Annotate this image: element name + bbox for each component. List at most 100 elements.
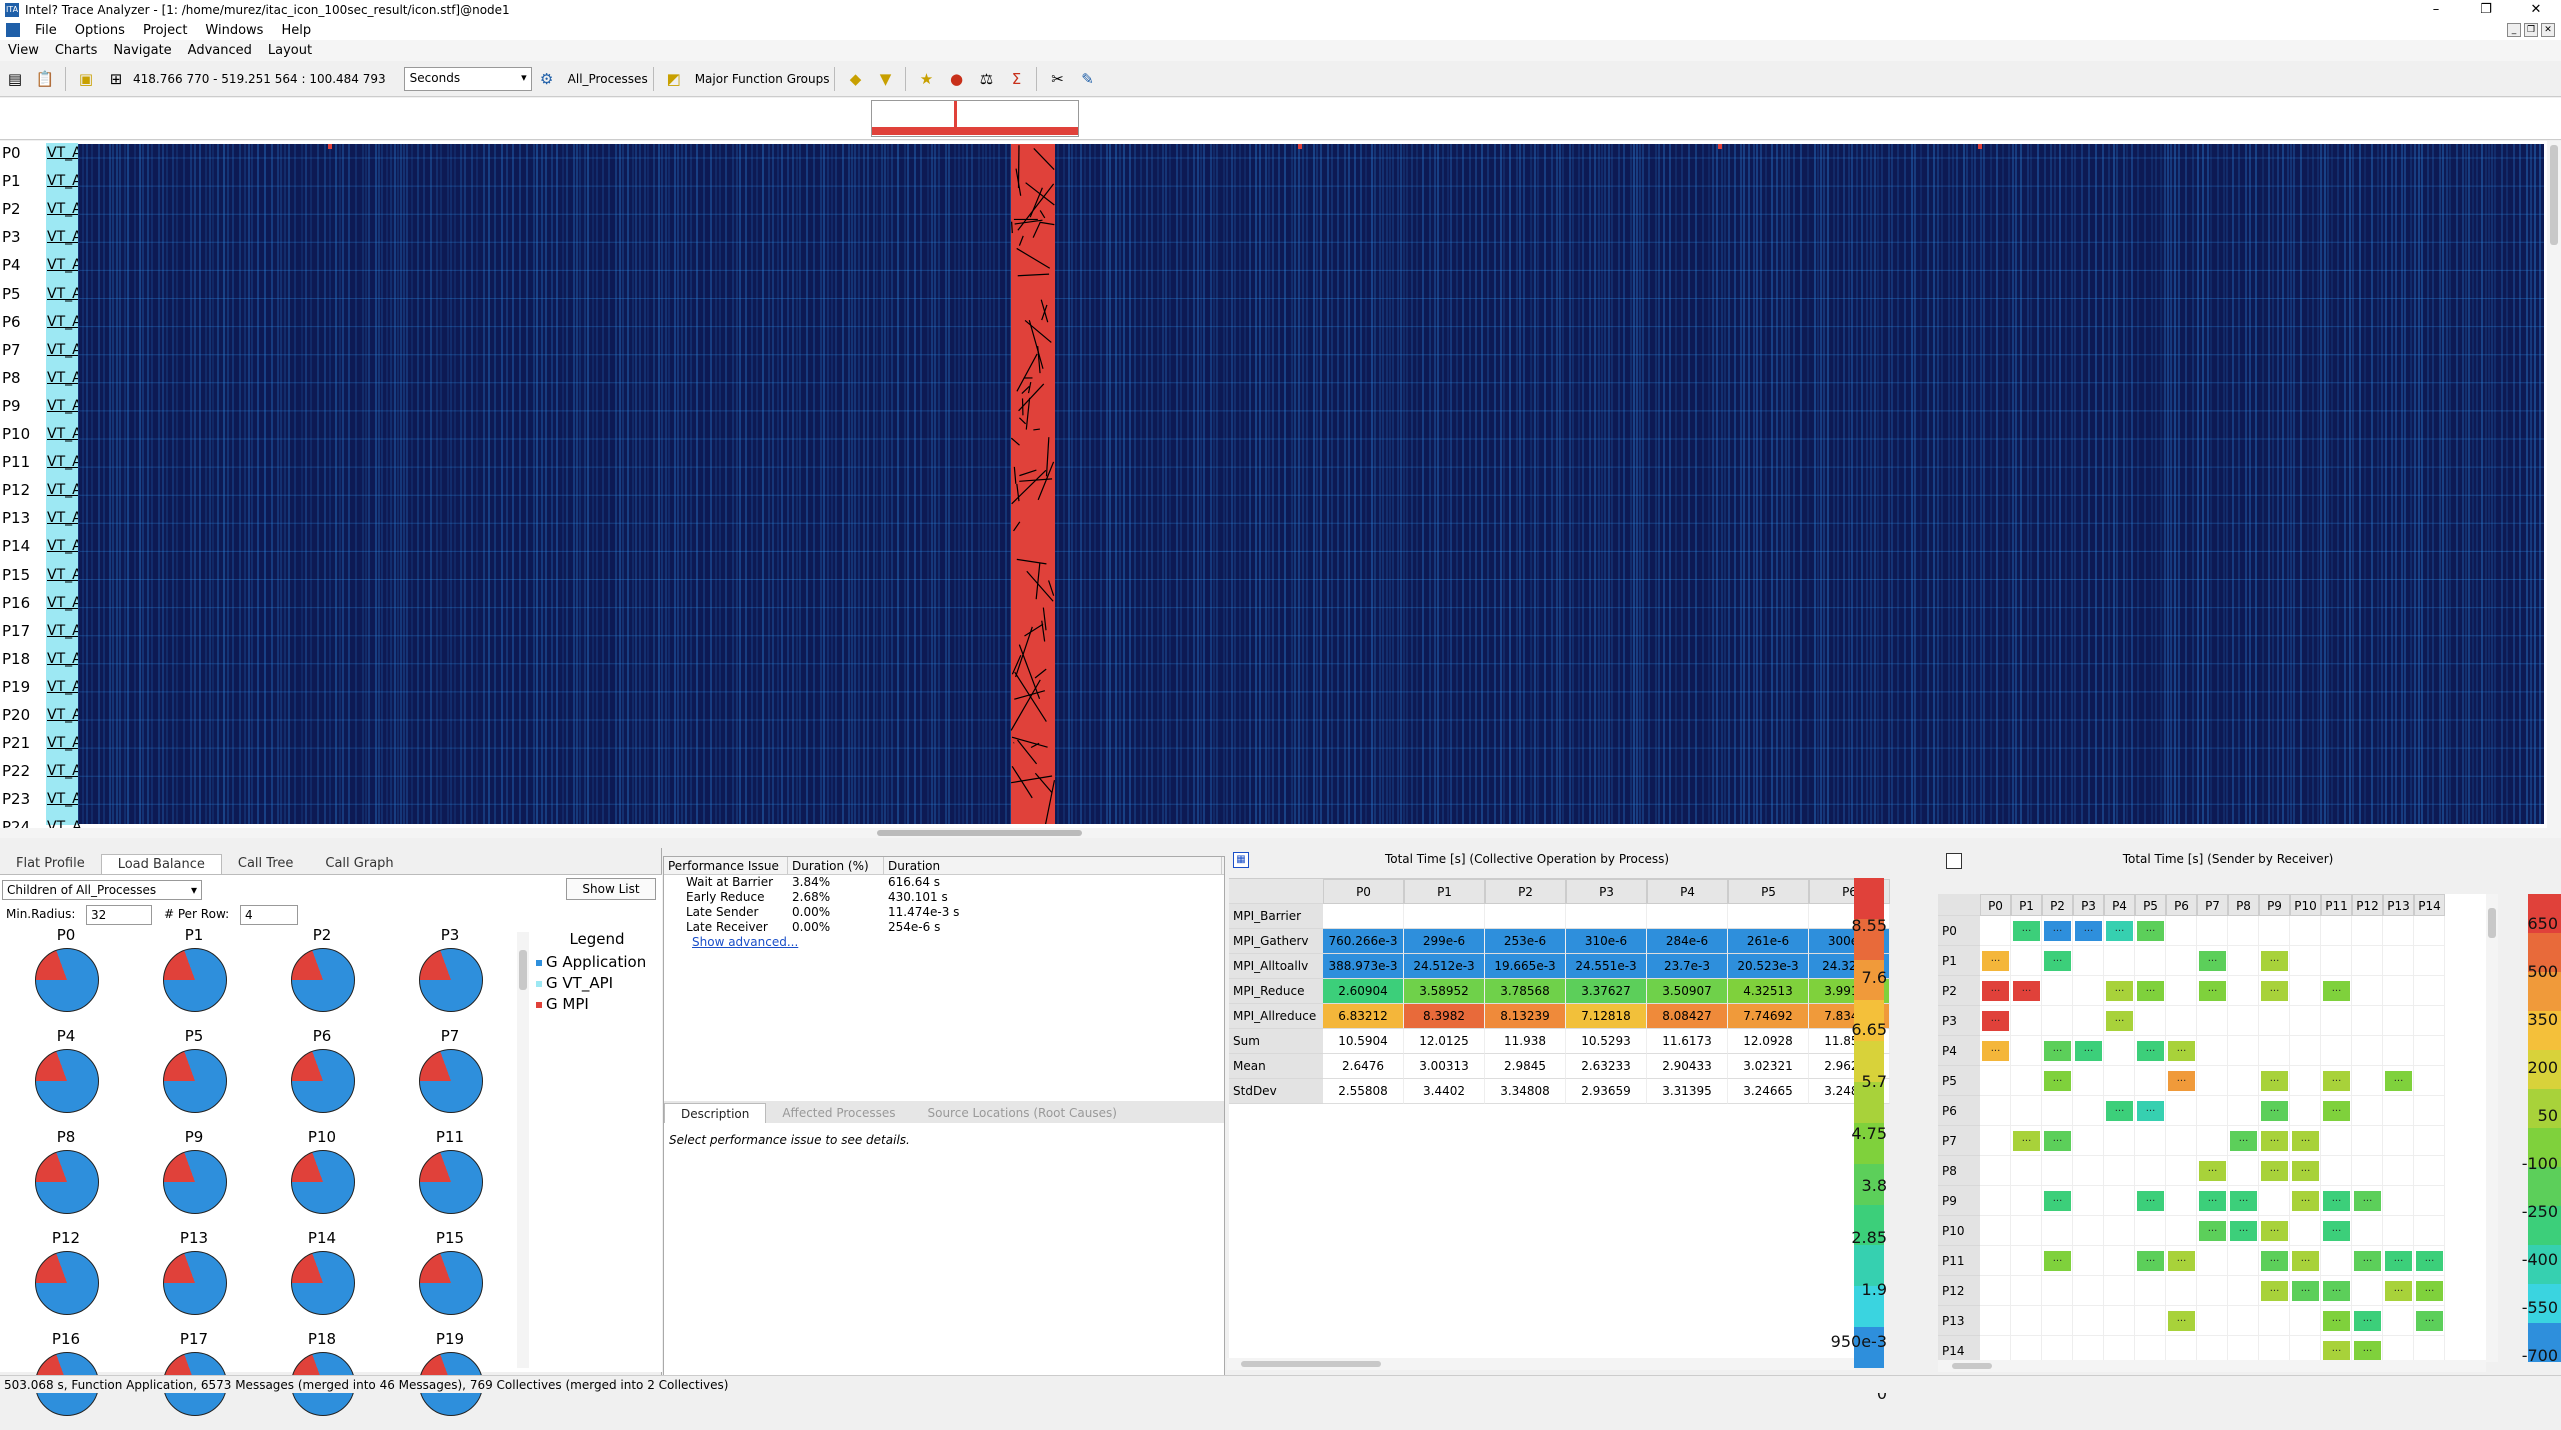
column-header[interactable]: P5	[1728, 879, 1809, 904]
pie-cell[interactable]: P9	[130, 1128, 258, 1228]
matrix-cell[interactable]: ...	[2104, 1006, 2135, 1036]
filter-icon[interactable]: ▼	[873, 67, 897, 91]
perf-header-issue[interactable]: Performance Issue	[664, 857, 788, 874]
column-header[interactable]: P11	[2321, 894, 2352, 916]
menu-layout[interactable]: Layout	[260, 43, 320, 58]
matrix-cell[interactable]	[2073, 1246, 2104, 1276]
matrix-cell[interactable]	[1647, 904, 1728, 929]
matrix-cell[interactable]: ...	[2042, 1126, 2073, 1156]
matrix-cell[interactable]	[2383, 1096, 2414, 1126]
row-header[interactable]: MPI_Barrier	[1229, 904, 1323, 929]
matrix-cell[interactable]	[2073, 1006, 2104, 1036]
matrix-cell[interactable]: ...	[2197, 1216, 2228, 1246]
matrix-cell[interactable]: 7.12818	[1566, 1004, 1647, 1029]
matrix-cell[interactable]	[2352, 916, 2383, 946]
pie-cell[interactable]: P8	[2, 1128, 130, 1228]
matrix-cell[interactable]	[2011, 1276, 2042, 1306]
matrix-cell[interactable]: ...	[2414, 1246, 2445, 1276]
matrix-cell[interactable]	[2290, 1096, 2321, 1126]
matrix-cell[interactable]	[2290, 976, 2321, 1006]
event-timeline[interactable]: P0P1P2P3P4P5P6P7P8P9P10P11P12P13P14P15P1…	[0, 141, 2561, 829]
menu-windows[interactable]: Windows	[196, 23, 272, 38]
matrix-cell[interactable]: 6.83212	[1323, 1004, 1404, 1029]
matrix-cell[interactable]: ...	[2166, 1246, 2197, 1276]
matrix-cell[interactable]: ...	[2259, 1246, 2290, 1276]
matrix-cell[interactable]	[2414, 1186, 2445, 1216]
matrix-cell[interactable]: ...	[2383, 1066, 2414, 1096]
matrix-cell[interactable]	[2383, 1156, 2414, 1186]
matrix-cell[interactable]	[2135, 1306, 2166, 1336]
matrix-cell[interactable]	[2166, 946, 2197, 976]
matrix-cell[interactable]: 8.08427	[1647, 1004, 1728, 1029]
process-label[interactable]: P18	[2, 649, 30, 669]
matrix-cell[interactable]	[2011, 1066, 2042, 1096]
matrix-cell[interactable]	[2135, 1276, 2166, 1306]
matrix-cell[interactable]: 2.93659	[1566, 1079, 1647, 1104]
matrix-cell[interactable]	[2166, 916, 2197, 946]
matrix-cell[interactable]	[2166, 1276, 2197, 1306]
matrix-cell[interactable]	[2383, 1126, 2414, 1156]
row-header[interactable]: P6	[1938, 1096, 1980, 1126]
matrix-cell[interactable]: ...	[2042, 1246, 2073, 1276]
matrix-cell[interactable]: ...	[2383, 1246, 2414, 1276]
matrix-cell[interactable]: 3.78568	[1485, 979, 1566, 1004]
matrix-cell[interactable]	[1728, 904, 1809, 929]
process-label[interactable]: P20	[2, 705, 30, 725]
matrix-cell[interactable]	[1980, 1096, 2011, 1126]
matrix-cell[interactable]	[2135, 1156, 2166, 1186]
matrix-cell[interactable]	[2135, 1066, 2166, 1096]
perf-row[interactable]: Early Reduce2.68%430.101 s	[664, 890, 1224, 905]
matrix-cell[interactable]	[2197, 1096, 2228, 1126]
matrix-cell[interactable]	[2228, 1066, 2259, 1096]
tab-call-tree[interactable]: Call Tree	[222, 854, 310, 874]
matrix-cell[interactable]	[2104, 946, 2135, 976]
matrix-cell[interactable]: ...	[2383, 1276, 2414, 1306]
matrix-cell[interactable]	[2321, 946, 2352, 976]
matrix-cell[interactable]	[2197, 1276, 2228, 1306]
zoom-region-icon[interactable]: ⊞	[104, 67, 128, 91]
menu-help[interactable]: Help	[272, 23, 320, 38]
matrix-cell[interactable]	[2228, 1036, 2259, 1066]
matrix-cell[interactable]: ...	[2259, 1216, 2290, 1246]
matrix-cell[interactable]: 3.37627	[1566, 979, 1647, 1004]
perf-row[interactable]: Late Sender0.00%11.474e-3 s	[664, 905, 1224, 920]
matrix-cell[interactable]	[2073, 1096, 2104, 1126]
process-label[interactable]: P2	[2, 199, 21, 219]
matrix-cell[interactable]: ...	[2290, 1156, 2321, 1186]
matrix-cell[interactable]	[2011, 1246, 2042, 1276]
matrix-cell[interactable]	[2259, 1006, 2290, 1036]
matrix-cell[interactable]	[2197, 1246, 2228, 1276]
matrix-cell[interactable]: ...	[2290, 1276, 2321, 1306]
matrix-cell[interactable]	[1980, 1126, 2011, 1156]
column-header[interactable]: P2	[2042, 894, 2073, 916]
matrix-cell[interactable]	[2414, 1036, 2445, 1066]
mpi-region[interactable]	[1011, 144, 1055, 824]
matrix-cell[interactable]	[2042, 1096, 2073, 1126]
matrix-cell[interactable]: 10.5904	[1323, 1029, 1404, 1054]
matrix-cell[interactable]: ...	[2321, 976, 2352, 1006]
matrix-cell[interactable]	[1980, 1246, 2011, 1276]
matrix-cell[interactable]: 4.32513	[1728, 979, 1809, 1004]
matrix-cell[interactable]	[2135, 1216, 2166, 1246]
matrix-cell[interactable]	[2104, 1186, 2135, 1216]
matrix-cell[interactable]	[2197, 916, 2228, 946]
matrix-cell[interactable]: ...	[2321, 1276, 2352, 1306]
per-row-spinbox[interactable]: 4	[240, 905, 298, 925]
matrix-cell[interactable]: ...	[2321, 1096, 2352, 1126]
matrix-cell[interactable]: ...	[2135, 1096, 2166, 1126]
row-header[interactable]: P0	[1938, 916, 1980, 946]
time-unit-select[interactable]: Seconds	[404, 67, 532, 91]
matrix-cell[interactable]	[2414, 976, 2445, 1006]
matrix-cell[interactable]	[2042, 1006, 2073, 1036]
matrix-cell[interactable]	[2383, 1216, 2414, 1246]
column-header[interactable]: P4	[1647, 879, 1728, 904]
matrix-cell[interactable]	[2011, 1006, 2042, 1036]
matrix-cell[interactable]	[2011, 1306, 2042, 1336]
clipboard-icon[interactable]: 📋	[33, 67, 57, 91]
row-header[interactable]: Sum	[1229, 1029, 1323, 1054]
column-header[interactable]: P2	[1485, 879, 1566, 904]
matrix-cell[interactable]: ...	[2414, 1306, 2445, 1336]
column-header[interactable]: P13	[2383, 894, 2414, 916]
pie-cell[interactable]: P3	[386, 926, 514, 1026]
matrix-cell[interactable]: ...	[2352, 1186, 2383, 1216]
